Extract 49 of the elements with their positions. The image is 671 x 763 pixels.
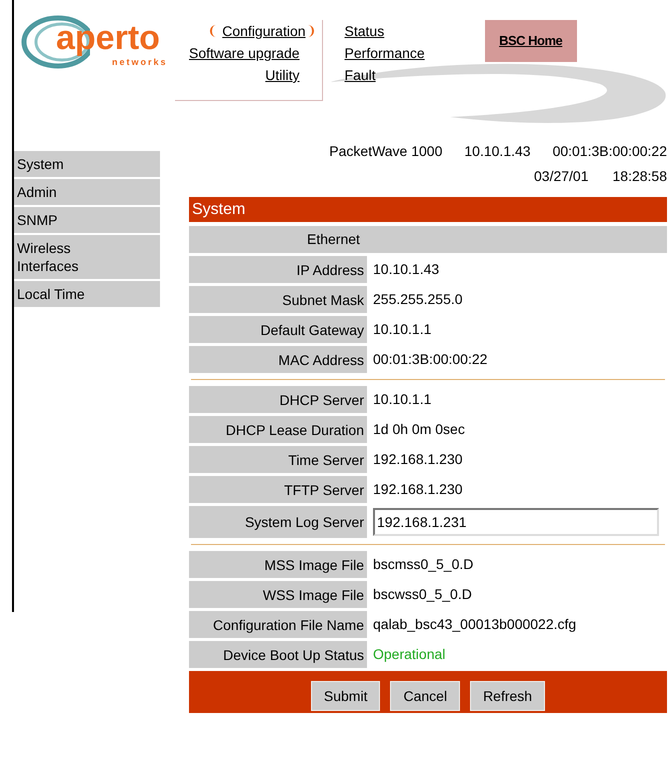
- field-value: 1d 0h 0m 0sec: [373, 420, 465, 439]
- field-value: bscwss0_5_0.D: [373, 585, 472, 604]
- field-label: TFTP Server: [189, 476, 367, 503]
- field-value: qalab_bsc43_00013b000022.cfg: [373, 615, 576, 634]
- form-button[interactable]: Cancel: [390, 681, 460, 711]
- field-value: bscmss0_5_0.D: [373, 555, 474, 574]
- nav-link[interactable]: Software upgrade: [189, 42, 300, 64]
- field-label: Default Gateway: [189, 316, 367, 343]
- field-value: 00:01:3B:00:00:22: [373, 350, 488, 369]
- field-value: 255.255.255.0: [373, 290, 463, 309]
- panel-title: System: [189, 197, 667, 222]
- sidebar-item[interactable]: Wireless Interfaces: [14, 235, 160, 279]
- sidebar-item[interactable]: System: [14, 151, 160, 177]
- field-value: 10.10.1.43: [373, 260, 440, 279]
- device-time: 18:28:58: [612, 167, 667, 186]
- sidebar-item[interactable]: Local Time: [14, 281, 160, 307]
- nav-link[interactable]: Fault: [344, 64, 376, 86]
- device-model: PacketWave 1000: [329, 142, 442, 161]
- field-label: Device Boot Up Status: [189, 641, 367, 668]
- nav-link[interactable]: Configuration: [210, 20, 314, 42]
- device-mac: 00:01:3B:00:00:22: [552, 142, 667, 161]
- device-date: 03/27/01: [534, 167, 588, 186]
- field-value: 10.10.1.1: [373, 390, 432, 409]
- field-label: DHCP Lease Duration: [189, 416, 367, 443]
- field-label: Time Server: [189, 446, 367, 473]
- field-label: WSS Image File: [189, 581, 367, 608]
- field-value: 192.168.1.230: [373, 450, 463, 469]
- field-label: Configuration File Name: [189, 611, 367, 638]
- logo-tagline: networks: [112, 56, 168, 69]
- nav-link[interactable]: Status: [344, 20, 384, 42]
- input-field[interactable]: 192.168.1.231: [373, 508, 659, 536]
- field-value: 192.168.1.230: [373, 480, 463, 499]
- section-heading: Ethernet: [189, 226, 667, 253]
- field-label: DHCP Server: [189, 386, 367, 413]
- form-button[interactable]: Refresh: [470, 681, 546, 711]
- nav-link[interactable]: Performance: [344, 42, 425, 64]
- field-label: System Log Server: [189, 506, 367, 538]
- field-value: 10.10.1.1: [373, 320, 432, 339]
- home-button[interactable]: BSC Home: [484, 20, 577, 62]
- sidebar-item[interactable]: Admin: [14, 179, 160, 205]
- device-ip: 10.10.1.43: [464, 142, 531, 161]
- nav-link[interactable]: Utility: [265, 64, 300, 86]
- status-value: Operational: [373, 645, 446, 664]
- field-label: MAC Address: [189, 346, 367, 373]
- form-button[interactable]: Submit: [310, 681, 380, 711]
- sidebar-item[interactable]: SNMP: [14, 207, 160, 233]
- field-label: IP Address: [189, 256, 367, 283]
- field-label: MSS Image File: [189, 551, 367, 578]
- field-label: Subnet Mask: [189, 286, 367, 313]
